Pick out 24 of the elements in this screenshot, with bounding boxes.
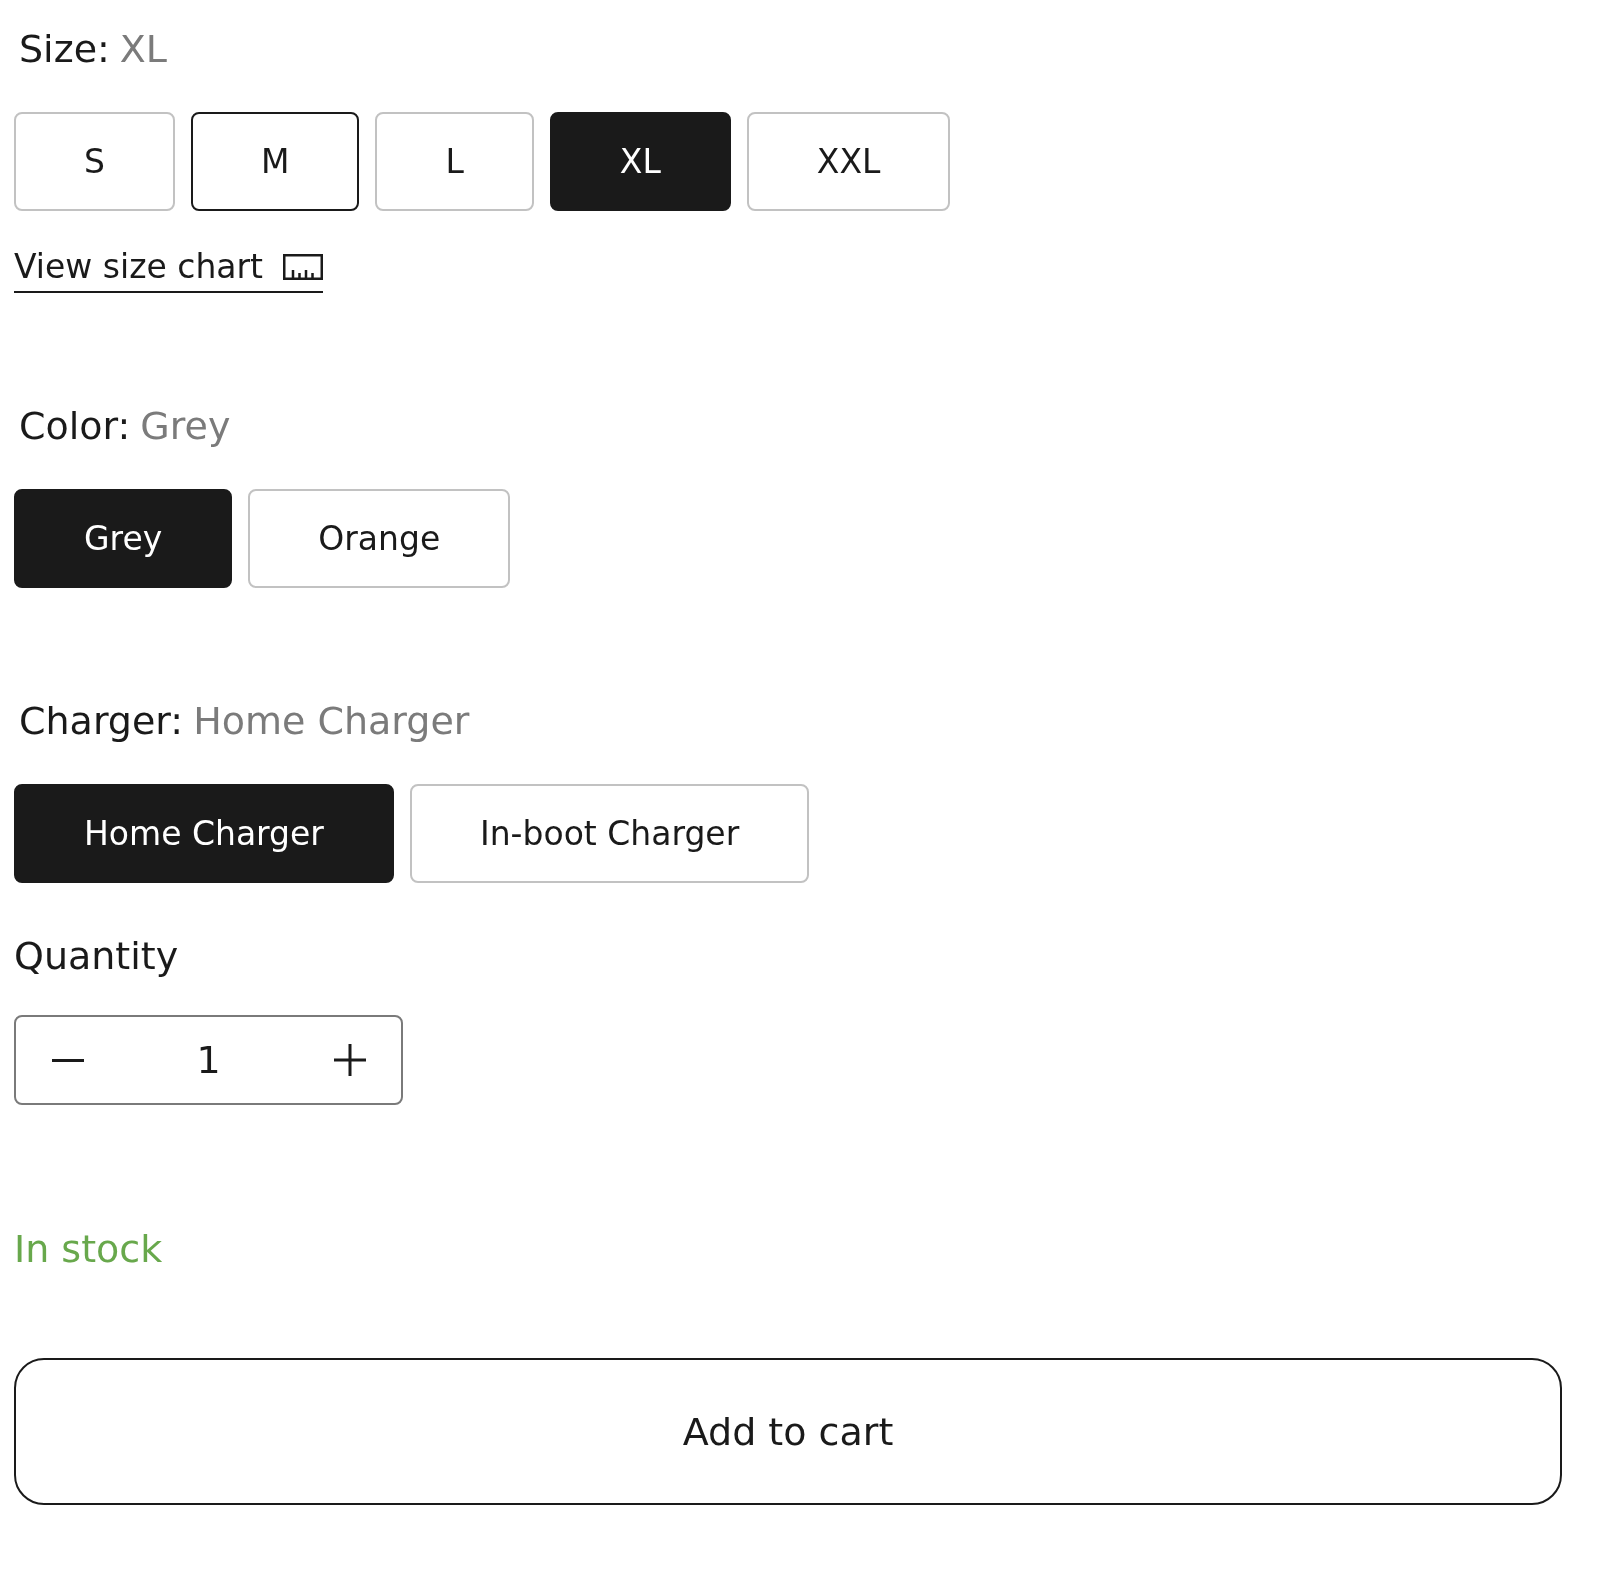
selected-value: XL [119, 26, 167, 72]
ruler-icon [283, 254, 324, 280]
option-label: Color: [19, 403, 131, 449]
option-button[interactable]: Home Charger [14, 784, 394, 883]
selected-value: Home Charger [193, 698, 470, 744]
option-button[interactable]: S [14, 112, 175, 211]
option-button[interactable]: In-boot Charger [409, 784, 810, 883]
option-button[interactable]: XXL [746, 112, 951, 211]
minus-icon [51, 1058, 84, 1062]
plus-icon [333, 1044, 366, 1076]
quantity-input[interactable]: 1 [119, 1017, 298, 1103]
option-button[interactable]: L [375, 112, 534, 211]
option-button[interactable]: XL [549, 112, 731, 211]
quantity-label: Quantity [14, 933, 179, 979]
option-button[interactable]: Orange [248, 489, 511, 588]
option-button[interactable]: Grey [14, 489, 233, 588]
option-label: Size: [19, 26, 110, 72]
option-button[interactable]: M [190, 112, 360, 211]
size-chart-link[interactable]: View size chart [14, 247, 324, 293]
add-to-cart-button[interactable]: Add to cart [14, 1358, 1562, 1505]
option-label: Charger: [19, 698, 184, 744]
quantity-stepper[interactable]: 1 [14, 1015, 403, 1105]
selected-value: Grey [140, 403, 231, 449]
stock-status: In stock [14, 1226, 163, 1272]
